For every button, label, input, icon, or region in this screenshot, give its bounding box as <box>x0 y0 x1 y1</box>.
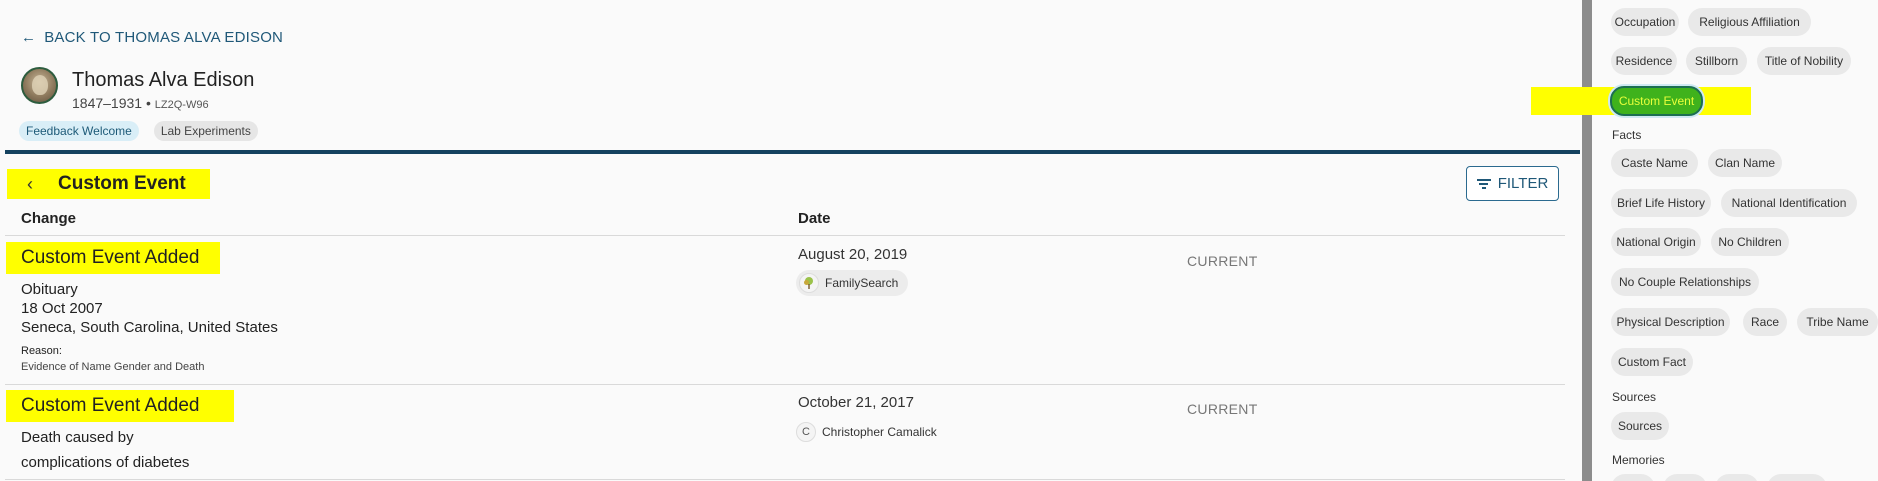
chip-memories-partial[interactable] <box>1715 474 1759 481</box>
arrow-left-icon: ← <box>21 29 37 46</box>
chip-brief-life-history[interactable]: Brief Life History <box>1611 189 1711 217</box>
facts-section-label: Facts <box>1612 128 1642 142</box>
reason-text: Evidence of Name Gender and Death <box>21 361 205 373</box>
chip-custom-event[interactable]: Custom Event <box>1610 86 1703 116</box>
change-date: October 21, 2017 <box>798 394 914 411</box>
change-detail-line: 18 Oct 2007 <box>21 300 103 317</box>
contributor-initial: C <box>796 422 816 442</box>
chip-memories-partial[interactable] <box>1611 474 1655 481</box>
chip-religious-affiliation[interactable]: Religious Affiliation <box>1688 8 1811 36</box>
chip-memories-partial[interactable] <box>1663 474 1707 481</box>
contributor-chip[interactable]: FamilySearch <box>796 270 909 296</box>
table-header-divider <box>5 235 1565 236</box>
main-scrollbar[interactable] <box>1582 0 1592 481</box>
reason-label: Reason: <box>21 345 62 357</box>
memories-section-label: Memories <box>1612 453 1665 467</box>
chip-no-children[interactable]: No Children <box>1711 228 1789 256</box>
chip-race[interactable]: Race <box>1743 308 1787 336</box>
person-lifespan: 1847–1931 <box>72 95 143 111</box>
change-title: Custom Event Added <box>6 242 220 274</box>
filter-button[interactable]: FILTER <box>1466 166 1559 201</box>
main-panel: ← BACK TO THOMAS ALVA EDISON Thomas Alva… <box>0 0 1582 481</box>
filter-icon <box>1476 178 1491 189</box>
column-header-change: Change <box>21 210 77 227</box>
chip-stillborn[interactable]: Stillborn <box>1686 47 1747 75</box>
chip-national-origin[interactable]: National Origin <box>1611 228 1701 256</box>
tag-lab-experiments[interactable]: Lab Experiments <box>153 121 258 141</box>
status-badge: CURRENT <box>1187 401 1258 417</box>
column-header-date: Date <box>798 210 831 227</box>
row-divider <box>5 384 1565 385</box>
sources-section-label: Sources <box>1612 390 1657 404</box>
chip-memories-partial[interactable] <box>1767 474 1827 481</box>
status-badge: CURRENT <box>1187 253 1258 269</box>
section-back-button[interactable]: ‹ Custom Event <box>7 169 210 199</box>
contributor-chip[interactable]: C Christopher Camalick <box>796 419 947 445</box>
chip-caste-name[interactable]: Caste Name <box>1611 149 1698 177</box>
chip-national-identification[interactable]: National Identification <box>1721 189 1857 217</box>
person-summary: Thomas Alva Edison 1847–1931 • LZ2Q-W96 <box>21 67 254 111</box>
row-divider <box>5 479 1565 480</box>
chip-custom-fact[interactable]: Custom Fact <box>1611 348 1693 376</box>
chip-physical-description[interactable]: Physical Description <box>1611 308 1730 336</box>
chip-tribe-name[interactable]: Tribe Name <box>1797 308 1878 336</box>
change-title: Custom Event Added <box>6 390 234 422</box>
contributor-name: FamilySearch <box>825 276 899 290</box>
chip-no-couple-relationships[interactable]: No Couple Relationships <box>1611 268 1759 296</box>
contributor-name: Christopher Camalick <box>822 425 937 439</box>
meta-separator: • <box>142 95 155 111</box>
change-detail-line: Obituary <box>21 281 78 298</box>
change-date: August 20, 2019 <box>798 246 908 263</box>
person-tags: Feedback Welcome Lab Experiments <box>19 121 258 141</box>
tag-feedback-welcome[interactable]: Feedback Welcome <box>19 121 139 141</box>
change-detail-line: complications of diabetes <box>21 454 190 471</box>
back-link[interactable]: ← BACK TO THOMAS ALVA EDISON <box>21 29 283 46</box>
avatar[interactable] <box>21 67 58 104</box>
filter-label: FILTER <box>1497 175 1549 192</box>
filter-sidebar: Occupation Religious Affiliation Residen… <box>1531 0 1878 481</box>
chip-occupation[interactable]: Occupation <box>1611 8 1679 36</box>
back-link-label: BACK TO THOMAS ALVA EDISON <box>44 29 284 46</box>
chevron-left-icon: ‹ <box>27 173 33 194</box>
chip-residence[interactable]: Residence <box>1611 47 1677 75</box>
header-divider <box>5 150 1580 154</box>
change-detail-line: Death caused by <box>21 429 134 446</box>
section-title: Custom Event <box>58 173 186 194</box>
chip-sources[interactable]: Sources <box>1611 412 1669 440</box>
person-name[interactable]: Thomas Alva Edison <box>72 68 254 92</box>
person-meta: 1847–1931 • LZ2Q-W96 <box>72 95 254 111</box>
change-detail-line: Seneca, South Carolina, United States <box>21 319 278 336</box>
chip-clan-name[interactable]: Clan Name <box>1708 149 1782 177</box>
chip-title-of-nobility[interactable]: Title of Nobility <box>1757 47 1851 75</box>
person-id: LZ2Q-W96 <box>154 99 209 111</box>
tree-icon <box>799 273 819 293</box>
